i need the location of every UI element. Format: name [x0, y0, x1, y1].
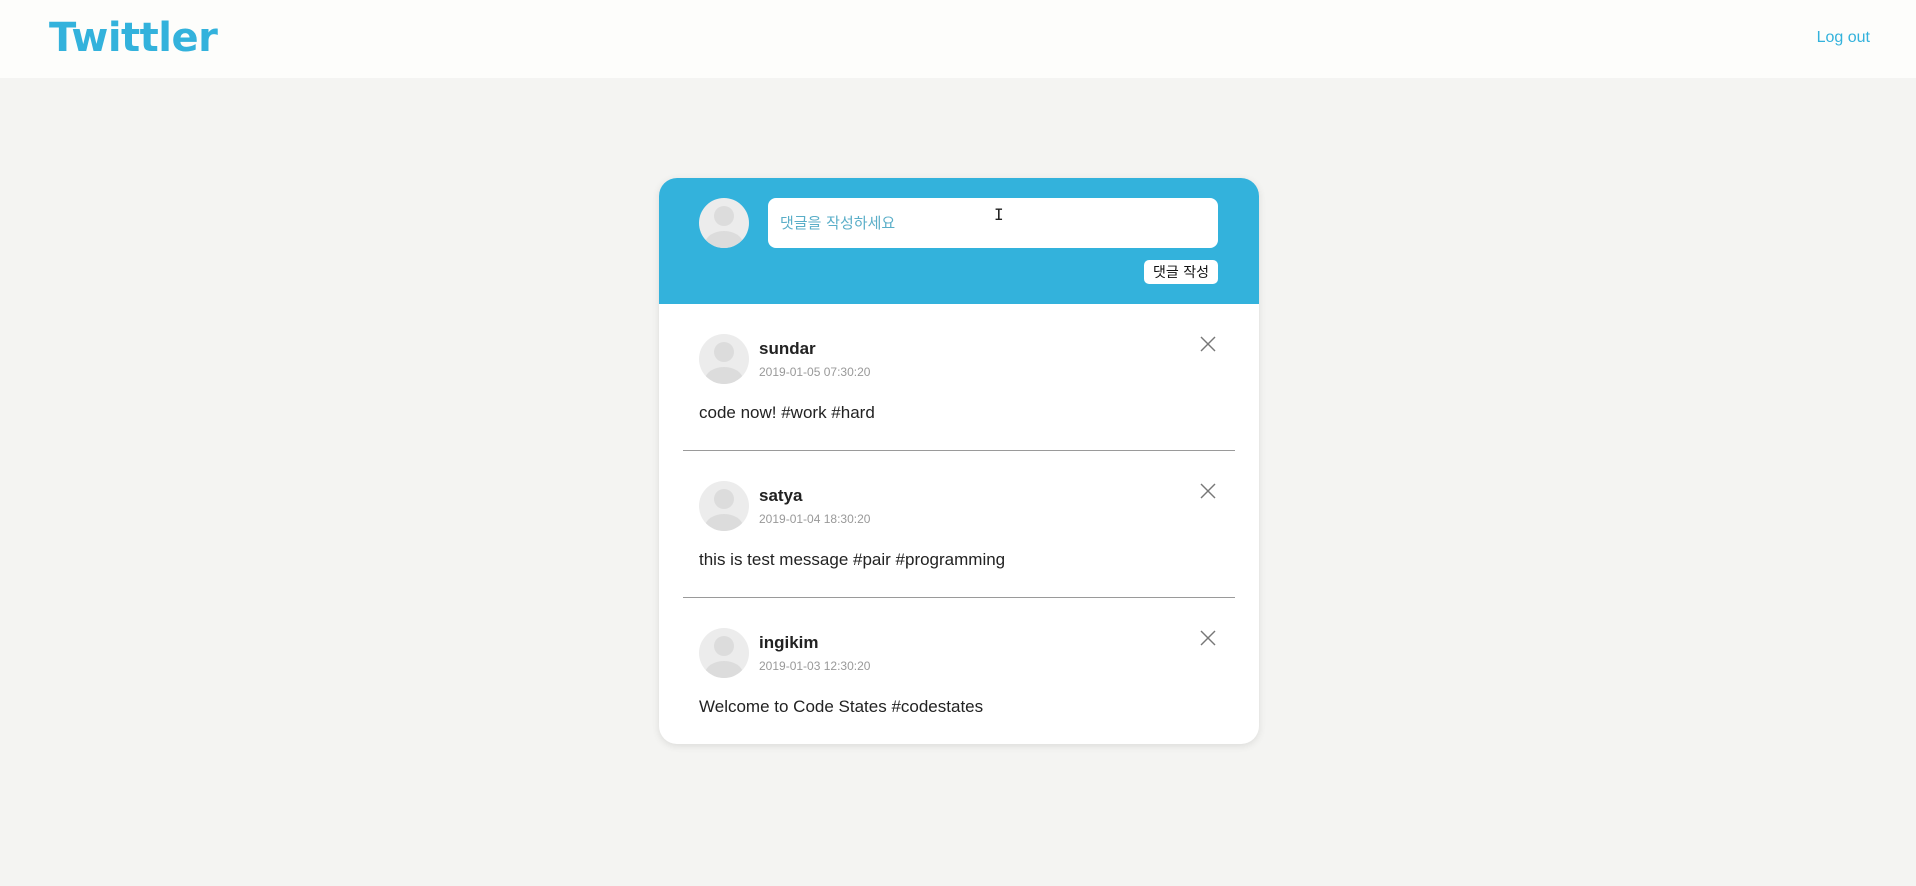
tweet-timestamp: 2019-01-03 12:30:20	[759, 659, 871, 673]
text-cursor-icon: I	[994, 205, 1004, 224]
tweet-message: this is test message #pair #programming	[699, 550, 1006, 569]
tweet-item: ingikim 2019-01-03 12:30:20 Welcome to C…	[659, 598, 1259, 744]
tweet-username: ingikim	[759, 633, 819, 652]
close-icon[interactable]	[1199, 482, 1217, 500]
top-bar: Twittler Log out	[0, 0, 1916, 78]
close-icon[interactable]	[1199, 629, 1217, 647]
user-avatar-icon	[699, 198, 749, 248]
user-avatar-icon	[699, 481, 749, 531]
close-icon[interactable]	[1199, 335, 1217, 353]
app-logo[interactable]: Twittler	[49, 15, 218, 61]
comment-input[interactable]	[768, 198, 1218, 248]
tweet-timestamp: 2019-01-04 18:30:20	[759, 512, 871, 526]
tweet-item: sundar 2019-01-05 07:30:20 code now! #wo…	[659, 304, 1259, 451]
tweet-item: satya 2019-01-04 18:30:20 this is test m…	[659, 451, 1259, 598]
tweet-card: I 댓글 작성 sundar 2019-01-05 07:30:20 code …	[659, 178, 1259, 744]
user-avatar-icon	[699, 334, 749, 384]
tweet-username: sundar	[759, 339, 816, 358]
tweet-message: Welcome to Code States #codestates	[699, 697, 984, 716]
tweet-timestamp: 2019-01-05 07:30:20	[759, 365, 871, 379]
comment-composer: I 댓글 작성	[659, 178, 1259, 304]
logout-link[interactable]: Log out	[1817, 29, 1870, 47]
user-avatar-icon	[699, 628, 749, 678]
submit-comment-button[interactable]: 댓글 작성	[1144, 260, 1218, 284]
tweet-username: satya	[759, 486, 803, 505]
tweet-message: code now! #work #hard	[699, 403, 875, 422]
